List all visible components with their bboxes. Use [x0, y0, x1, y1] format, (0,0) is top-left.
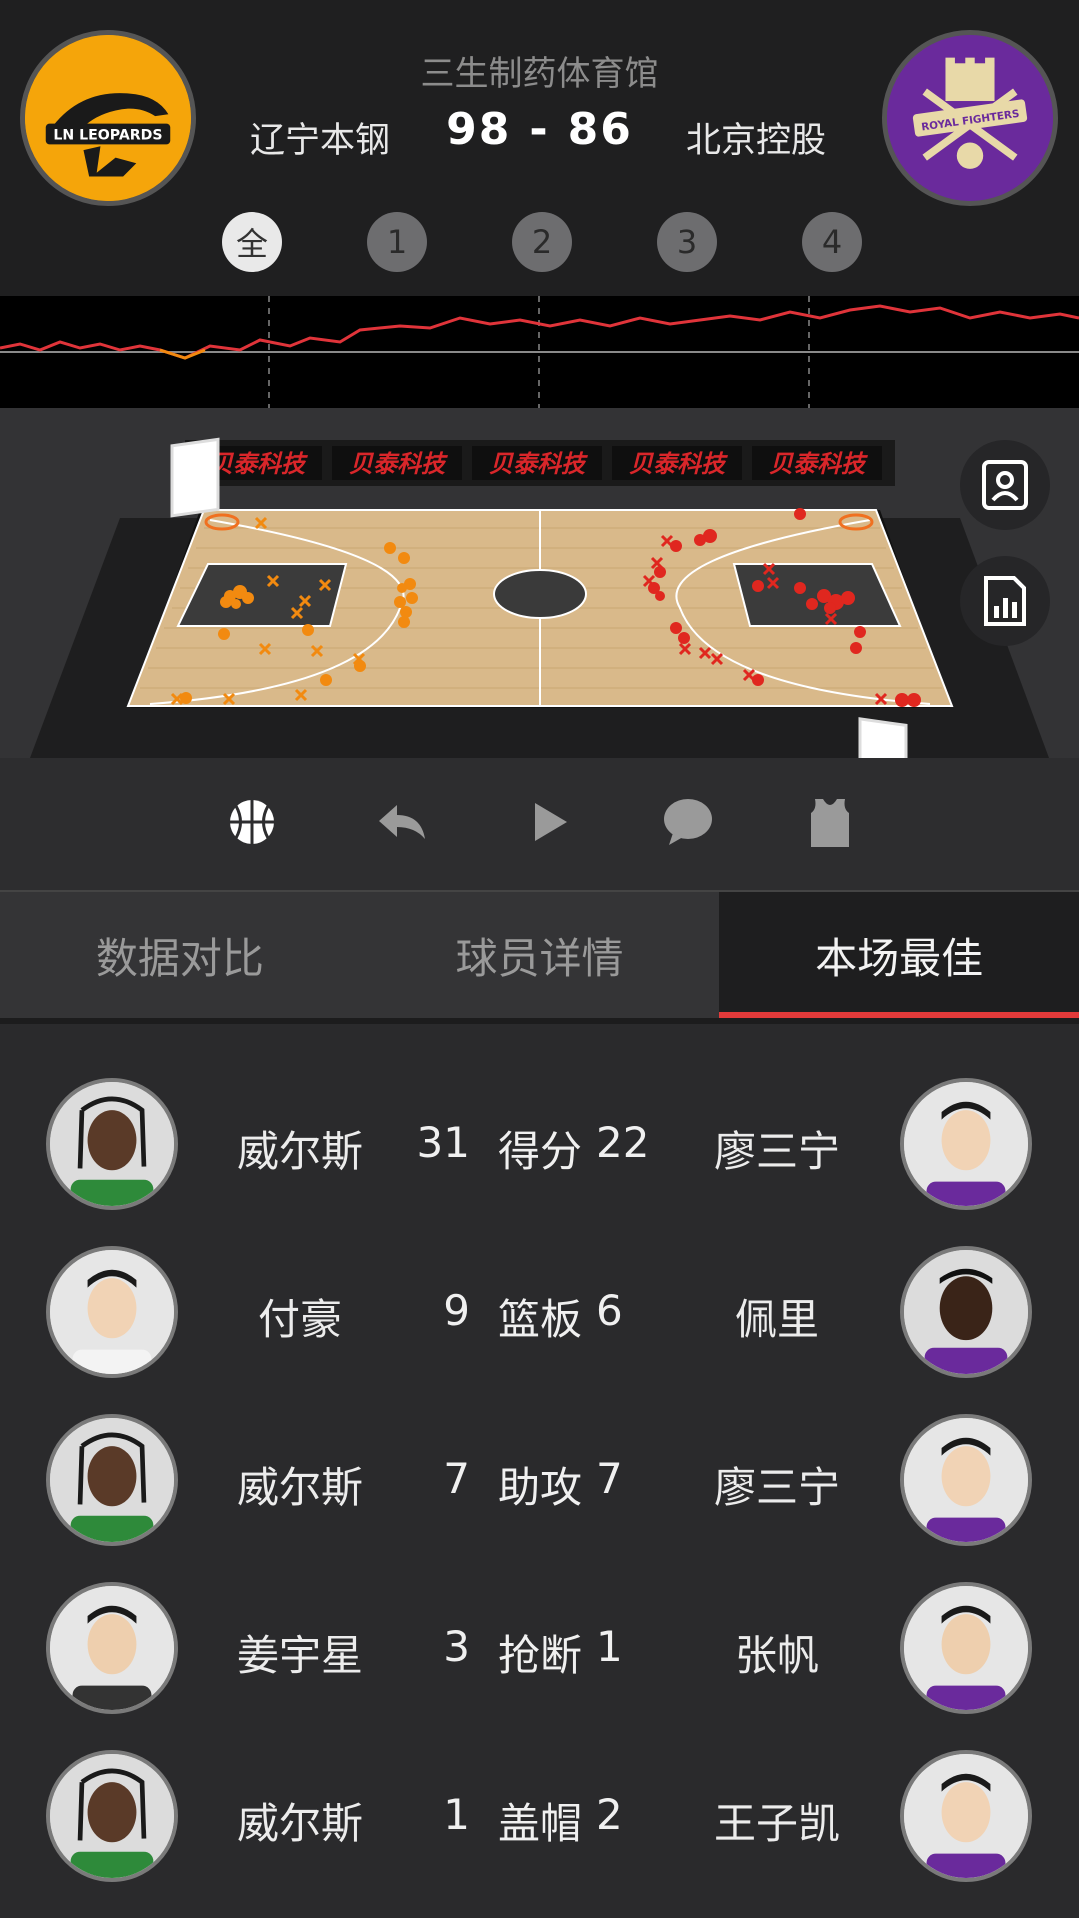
stat-label: 篮板 — [497, 1295, 582, 1344]
away-team-name: 北京控股 — [686, 121, 827, 161]
svg-text:贝泰科技: 贝泰科技 — [349, 450, 448, 478]
svg-text:贝泰科技: 贝泰科技 — [629, 450, 728, 478]
home-score: 98 — [446, 104, 512, 155]
best-row-steals[interactable]: 姜宇星 3 抢断 1 张帆 — [0, 1544, 1079, 1714]
period-selector: 全 1 2 3 4 — [222, 212, 862, 272]
period-all[interactable]: 全 — [222, 212, 282, 272]
svg-text:贝泰科技: 贝泰科技 — [209, 450, 308, 478]
replay-icon — [379, 805, 425, 839]
stat-label: 助攻 — [497, 1463, 582, 1512]
player-avatar[interactable] — [900, 1078, 1032, 1210]
period-1[interactable]: 1 — [367, 212, 427, 272]
home-stat-value: 7 — [443, 1454, 470, 1503]
royal-fighters-logo-icon: ROYAL FIGHTERS — [887, 35, 1053, 201]
period-3[interactable]: 3 — [657, 212, 717, 272]
player-avatar[interactable] — [46, 1582, 178, 1714]
away-player-name: 张帆 — [734, 1631, 819, 1680]
media-toolbar — [0, 758, 1079, 890]
player-avatar[interactable] — [46, 1750, 178, 1882]
home-stat-value: 9 — [443, 1286, 470, 1335]
period-4[interactable]: 4 — [802, 212, 862, 272]
player-card-icon — [982, 460, 1028, 510]
score-separator: - — [529, 104, 550, 155]
svg-text:贝泰科技: 贝泰科技 — [769, 450, 868, 478]
report-chart-icon — [984, 576, 1026, 626]
play-icon — [535, 803, 567, 841]
away-team-logo[interactable]: ROYAL FIGHTERS — [882, 30, 1058, 206]
tab-player-details[interactable]: 球员详情 — [360, 892, 720, 1018]
replay-button[interactable] — [370, 790, 434, 854]
stat-label: 盖帽 — [497, 1799, 582, 1848]
basketball-icon — [230, 800, 274, 844]
away-player-name: 王子凯 — [713, 1799, 840, 1848]
away-player-name: 佩里 — [734, 1295, 819, 1344]
comment-icon — [664, 799, 712, 845]
sponsor-boards: 贝泰科技 贝泰科技 贝泰科技 贝泰科技 贝泰科技 — [192, 446, 882, 480]
player-avatar[interactable] — [46, 1246, 178, 1378]
stat-label: 得分 — [497, 1127, 582, 1176]
player-avatar[interactable] — [900, 1582, 1032, 1714]
player-card-button[interactable] — [960, 440, 1050, 530]
player-avatar[interactable] — [46, 1078, 178, 1210]
tab-stats-compare[interactable]: 数据对比 — [0, 892, 360, 1018]
svg-text:贝泰科技: 贝泰科技 — [489, 450, 588, 478]
home-stat-value: 3 — [443, 1622, 470, 1671]
score-momentum-chart — [0, 296, 1079, 408]
player-avatar[interactable] — [900, 1246, 1032, 1378]
court-graphic: 贝泰科技 贝泰科技 贝泰科技 贝泰科技 贝泰科技 — [30, 437, 1049, 798]
home-stat-value: 31 — [416, 1118, 470, 1167]
comment-button[interactable] — [656, 790, 720, 854]
period-2[interactable]: 2 — [512, 212, 572, 272]
player-avatar[interactable] — [900, 1414, 1032, 1546]
report-chart-button[interactable] — [960, 556, 1050, 646]
game-header: LN LEOPARDS 三生制药体育馆 辽宁本钢 98-86 北京控股 ROYA… — [0, 0, 1079, 296]
away-player-name: 廖三宁 — [713, 1127, 840, 1176]
play-button[interactable] — [516, 790, 580, 854]
stats-tabs: 数据对比 球员详情 本场最佳 — [0, 890, 1079, 1018]
away-player-name: 廖三宁 — [713, 1463, 840, 1512]
shot-chart-button[interactable] — [220, 790, 284, 854]
away-score: 86 — [567, 104, 633, 155]
best-row-blocks[interactable]: 威尔斯 1 盖帽 2 王子凯 — [0, 1712, 1079, 1882]
tab-game-best[interactable]: 本场最佳 — [719, 892, 1079, 1018]
shot-chart-court: 贝泰科技 贝泰科技 贝泰科技 贝泰科技 贝泰科技 — [0, 408, 1079, 798]
best-row-assists[interactable]: 威尔斯 7 助攻 7 廖三宁 — [0, 1376, 1079, 1546]
tab-divider — [0, 1018, 1079, 1024]
player-avatar[interactable] — [46, 1414, 178, 1546]
stat-label: 抢断 — [497, 1631, 582, 1680]
best-row-points[interactable]: 威尔斯 31 得分 22 廖三宁 — [0, 1040, 1079, 1210]
player-avatar[interactable] — [900, 1750, 1032, 1882]
lineup-button[interactable] — [798, 790, 862, 854]
best-row-rebounds[interactable]: 付豪 9 篮板 6 佩里 — [0, 1208, 1079, 1378]
jersey-icon — [811, 799, 849, 847]
home-stat-value: 1 — [443, 1790, 470, 1839]
